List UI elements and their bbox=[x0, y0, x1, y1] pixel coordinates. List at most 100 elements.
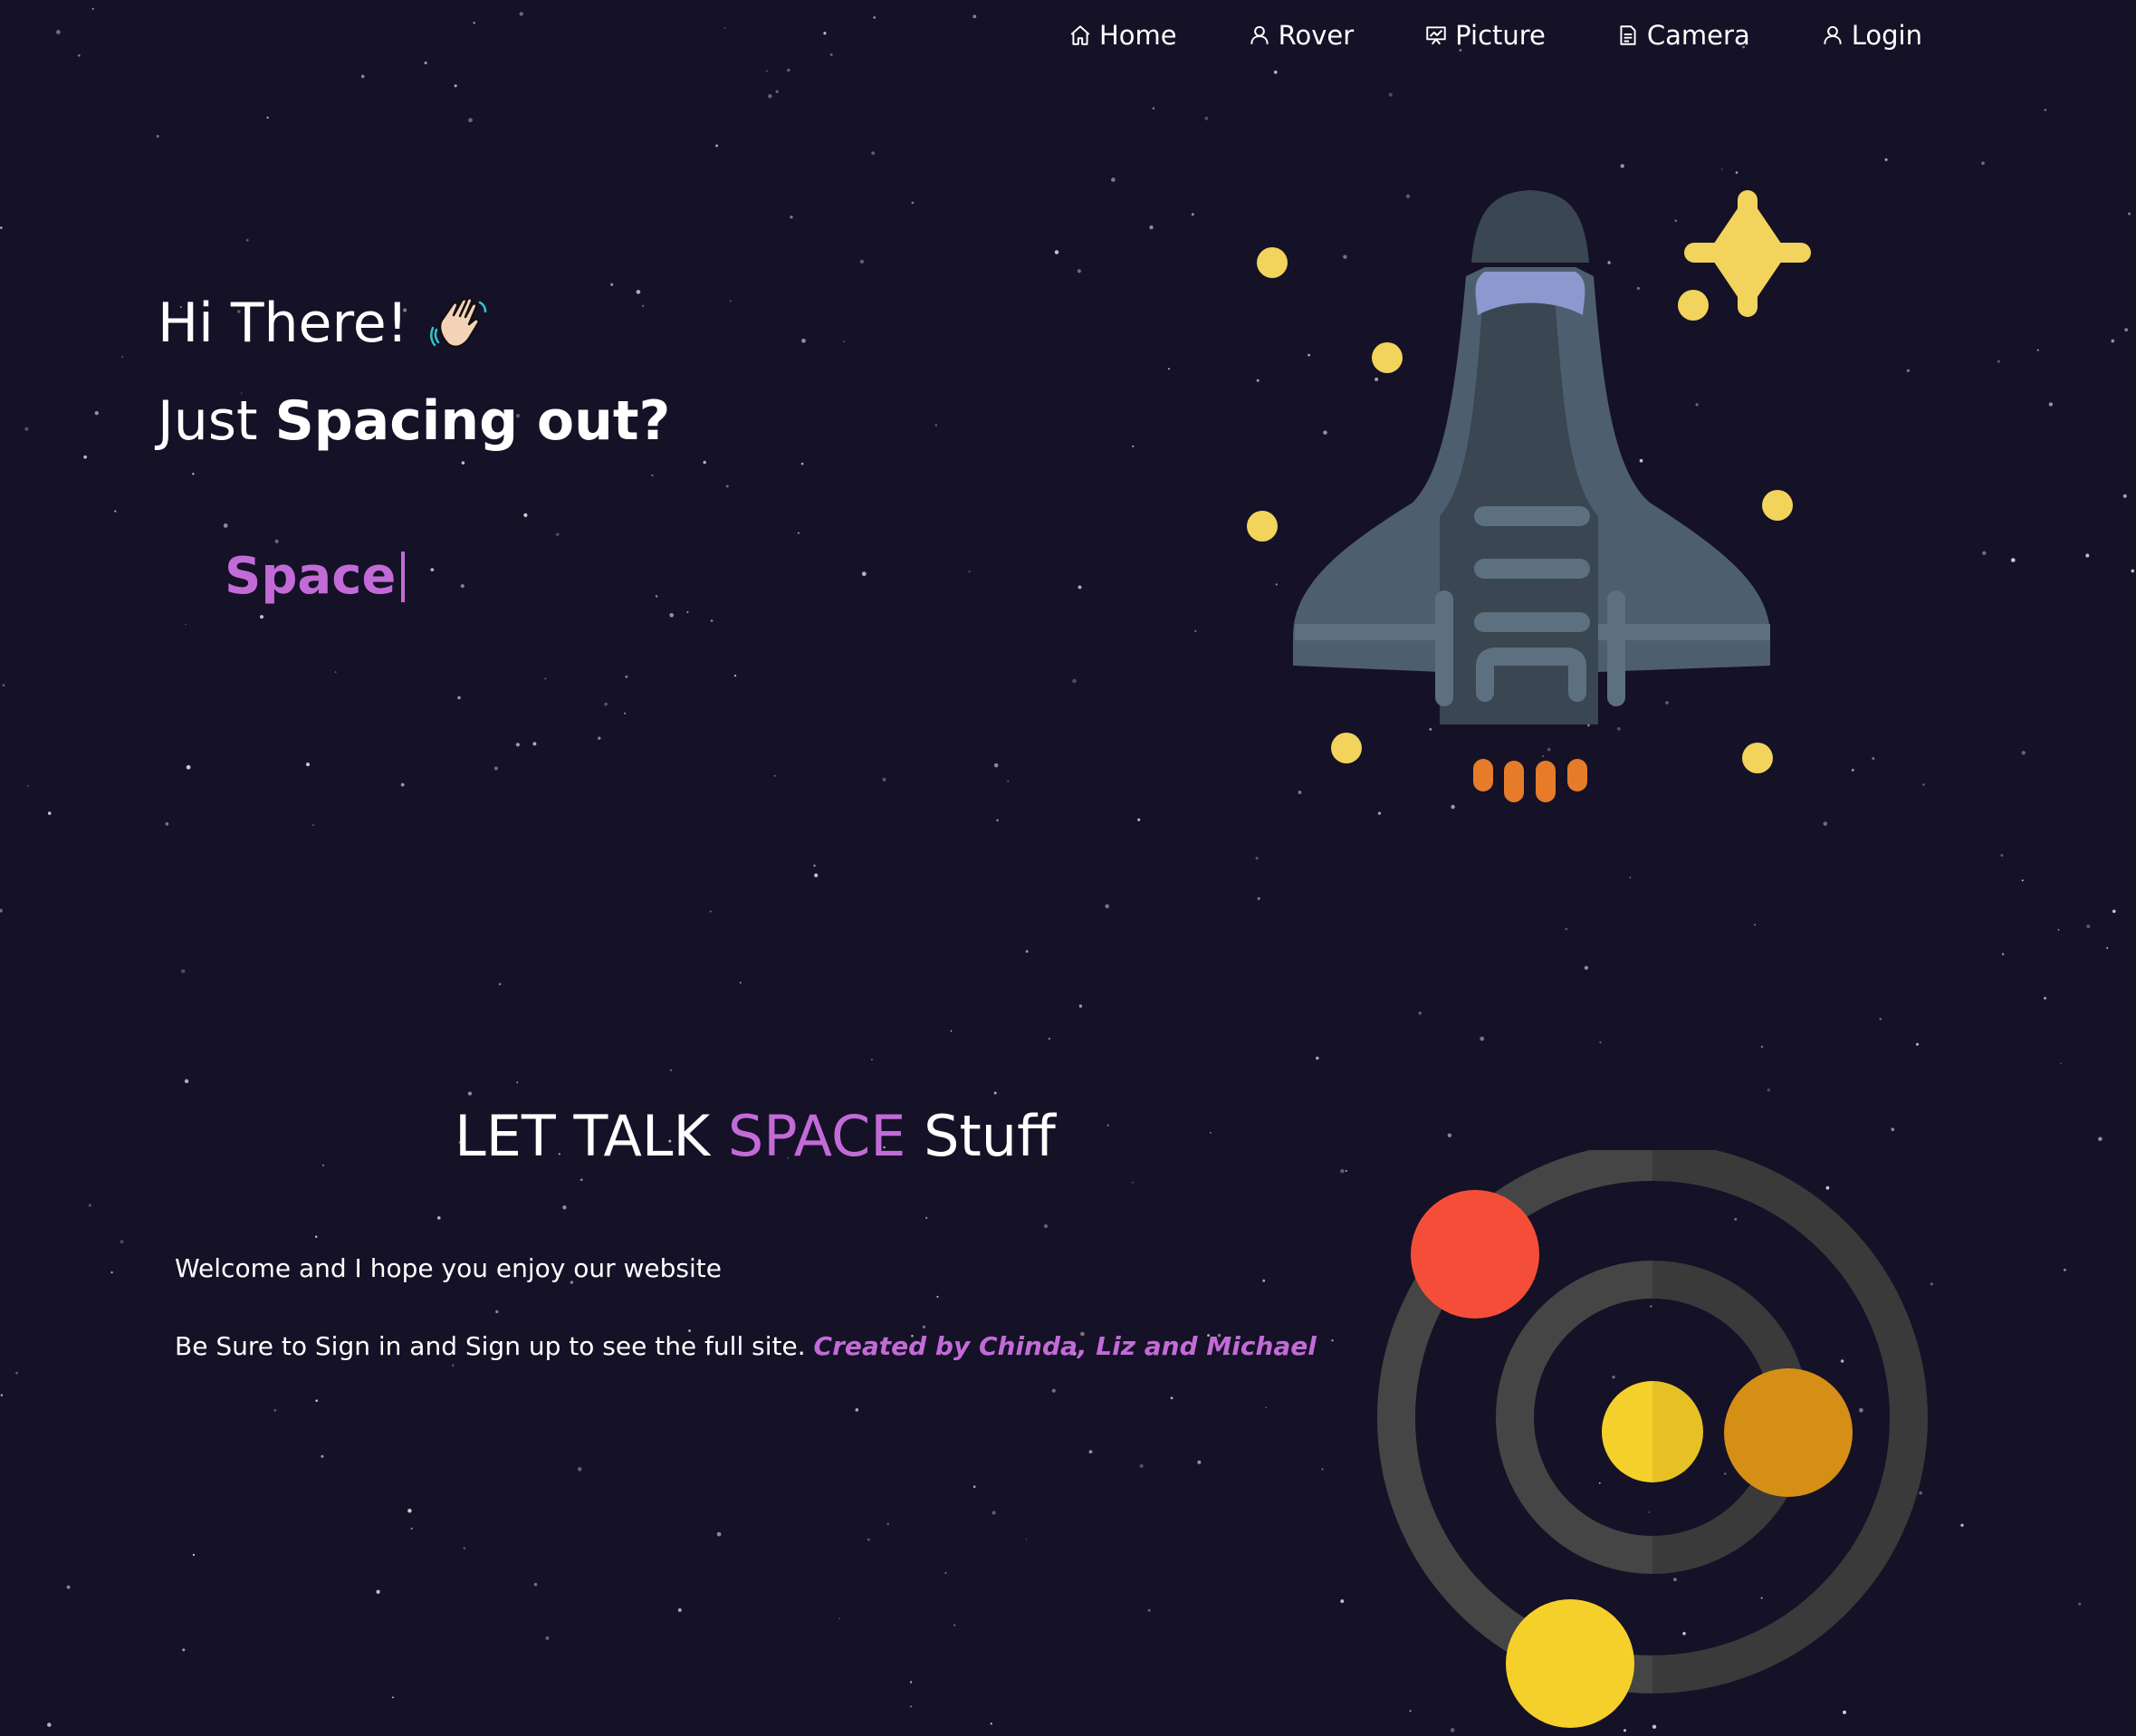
background-star bbox=[259, 615, 264, 619]
background-star bbox=[2044, 996, 2047, 1000]
background-star bbox=[1884, 158, 1888, 161]
rocket-illustration bbox=[1247, 190, 1811, 802]
background-star bbox=[156, 135, 159, 138]
background-star bbox=[838, 1617, 841, 1620]
background-star bbox=[1025, 950, 1029, 954]
background-star bbox=[950, 1030, 953, 1032]
background-star bbox=[184, 1079, 189, 1084]
nav-picture-link[interactable]: Picture bbox=[1424, 20, 1546, 51]
background-star bbox=[1152, 107, 1155, 110]
nav-login-label: Login bbox=[1851, 20, 1922, 51]
background-star bbox=[1088, 1450, 1093, 1453]
decor-dot bbox=[1247, 511, 1278, 542]
background-star bbox=[430, 568, 435, 571]
background-star bbox=[1147, 1608, 1151, 1612]
background-star bbox=[2086, 924, 2091, 929]
background-star bbox=[775, 90, 779, 93]
background-star bbox=[473, 22, 475, 24]
background-star bbox=[2021, 751, 2026, 755]
background-star bbox=[870, 1058, 873, 1061]
background-star bbox=[1257, 897, 1260, 900]
background-star bbox=[2021, 879, 2024, 882]
background-star bbox=[1906, 369, 1911, 372]
background-star bbox=[972, 14, 977, 19]
background-star bbox=[556, 532, 560, 536]
nav-rover-label: Rover bbox=[1278, 20, 1355, 51]
background-star bbox=[2111, 339, 2115, 343]
background-star bbox=[1760, 1045, 1764, 1049]
background-star bbox=[1007, 780, 1010, 782]
decor-dot bbox=[1372, 342, 1403, 373]
nav-home-label: Home bbox=[1099, 20, 1177, 51]
nav-rover-link[interactable]: Rover bbox=[1248, 20, 1355, 51]
background-star bbox=[716, 1531, 722, 1537]
background-star bbox=[121, 356, 124, 358]
background-star bbox=[598, 736, 601, 740]
background-star bbox=[2078, 1602, 2082, 1606]
background-star bbox=[223, 523, 228, 528]
background-star bbox=[400, 782, 405, 787]
background-star bbox=[15, 1371, 19, 1375]
hero-subtitle-bold: Spacing out? bbox=[274, 389, 671, 453]
background-star bbox=[861, 571, 867, 577]
background-star bbox=[2048, 402, 2054, 407]
background-star bbox=[859, 259, 865, 264]
background-star bbox=[460, 584, 465, 589]
user-icon bbox=[1821, 24, 1844, 47]
background-star bbox=[936, 1295, 939, 1299]
background-star bbox=[1105, 904, 1110, 909]
background-star bbox=[1620, 164, 1624, 168]
nav-camera-link[interactable]: Camera bbox=[1616, 20, 1750, 51]
background-star bbox=[1204, 116, 1209, 120]
background-star bbox=[321, 1454, 324, 1458]
background-star bbox=[463, 1547, 466, 1550]
background-star bbox=[186, 764, 191, 770]
background-star bbox=[1922, 783, 1925, 786]
background-star bbox=[47, 1722, 52, 1727]
background-star bbox=[703, 460, 706, 465]
background-star bbox=[114, 510, 117, 513]
background-star bbox=[2057, 928, 2060, 931]
background-star bbox=[2085, 553, 2090, 558]
credits-text: Created by Chinda, Liz and Michael bbox=[813, 1331, 1317, 1361]
background-star bbox=[1767, 1089, 1770, 1092]
background-star bbox=[1915, 1042, 1920, 1046]
background-star bbox=[498, 983, 502, 986]
background-star bbox=[925, 1216, 928, 1219]
background-star bbox=[651, 474, 654, 476]
planet-red bbox=[1411, 1190, 1539, 1319]
background-star bbox=[677, 1608, 682, 1612]
background-star bbox=[2063, 1268, 2066, 1271]
background-star bbox=[66, 1585, 71, 1589]
nav-login-link[interactable]: Login bbox=[1821, 20, 1922, 51]
background-star bbox=[493, 766, 498, 771]
background-star bbox=[968, 571, 971, 573]
background-star bbox=[392, 1696, 394, 1699]
background-star bbox=[2044, 109, 2046, 111]
background-star bbox=[910, 1705, 913, 1708]
decor-dot bbox=[1762, 490, 1793, 521]
background-star bbox=[1316, 1056, 1319, 1060]
background-star bbox=[1054, 250, 1059, 254]
background-star bbox=[181, 969, 186, 974]
background-star bbox=[1168, 368, 1170, 370]
background-star bbox=[669, 1069, 673, 1072]
typewriter-text: Space bbox=[225, 547, 406, 606]
background-star bbox=[454, 84, 457, 88]
background-star bbox=[2122, 494, 2127, 498]
background-star bbox=[1051, 1388, 1056, 1393]
background-star bbox=[192, 473, 195, 475]
background-star bbox=[1754, 924, 1757, 926]
background-star bbox=[1720, 168, 1723, 170]
background-star bbox=[273, 1408, 277, 1412]
top-navigation: Home Rover Picture Camera Login bbox=[1068, 20, 1922, 51]
planet-yellow bbox=[1506, 1599, 1634, 1728]
nav-home-link[interactable]: Home bbox=[1068, 20, 1177, 51]
background-star bbox=[886, 1522, 890, 1526]
background-star bbox=[993, 762, 999, 768]
background-star bbox=[739, 982, 742, 984]
background-star bbox=[823, 32, 827, 35]
background-star bbox=[577, 1466, 582, 1472]
background-star bbox=[636, 290, 641, 294]
background-star bbox=[1981, 161, 1985, 166]
